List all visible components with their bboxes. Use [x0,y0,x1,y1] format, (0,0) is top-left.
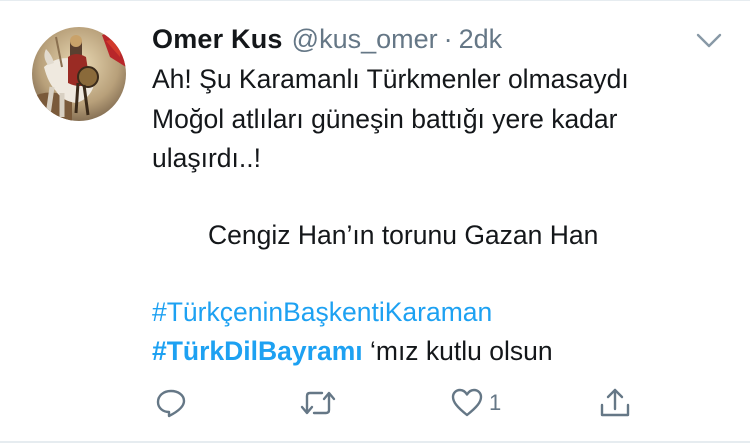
retweet-button[interactable] [300,386,336,420]
retweet-icon [300,391,336,415]
tweet-text-line: Ah! Şu Karamanlı Türkmenler olmasaydı [152,64,629,94]
tweet-text-line: Cengiz Han’ın torunu Gazan Han [208,220,599,250]
hashtag-line: #TürkçeninBaşkentiKaraman [152,297,492,328]
share-button[interactable] [598,386,632,420]
avatar[interactable] [32,27,126,121]
hashtag-link[interactable]: #TürkDilBayramı [152,336,363,366]
share-icon [600,388,630,417]
tweet-actions: 1 [0,386,750,420]
avatar-image [32,27,126,121]
author-name[interactable]: Omer Kus [152,24,283,55]
top-divider [0,0,750,1]
hashtag-line: #TürkDilBayramı ‘mız kutlu olsun [152,336,553,367]
tweet-text-line: Moğol atlıları güneşin battığı yere kada… [152,104,618,134]
separator-dot: · [443,24,453,54]
timestamp[interactable]: 2dk [459,24,503,55]
hashtag-suffix-text: ‘mız kutlu olsun [362,336,553,366]
like-count: 1 [489,390,502,415]
reply-button[interactable] [155,386,187,420]
hashtag-link[interactable]: #TürkçeninBaşkentiKaraman [152,297,492,327]
author-handle[interactable]: @kus_omer [292,24,438,55]
tweet-header: Omer Kus @kus_omer · 2dk [152,24,502,60]
chevron-down-icon[interactable] [696,32,722,50]
tweet-text-line: ulaşırdı..! [152,143,261,173]
reply-icon [156,389,186,418]
heart-icon [451,388,483,417]
like-button[interactable]: 1 [451,386,501,420]
